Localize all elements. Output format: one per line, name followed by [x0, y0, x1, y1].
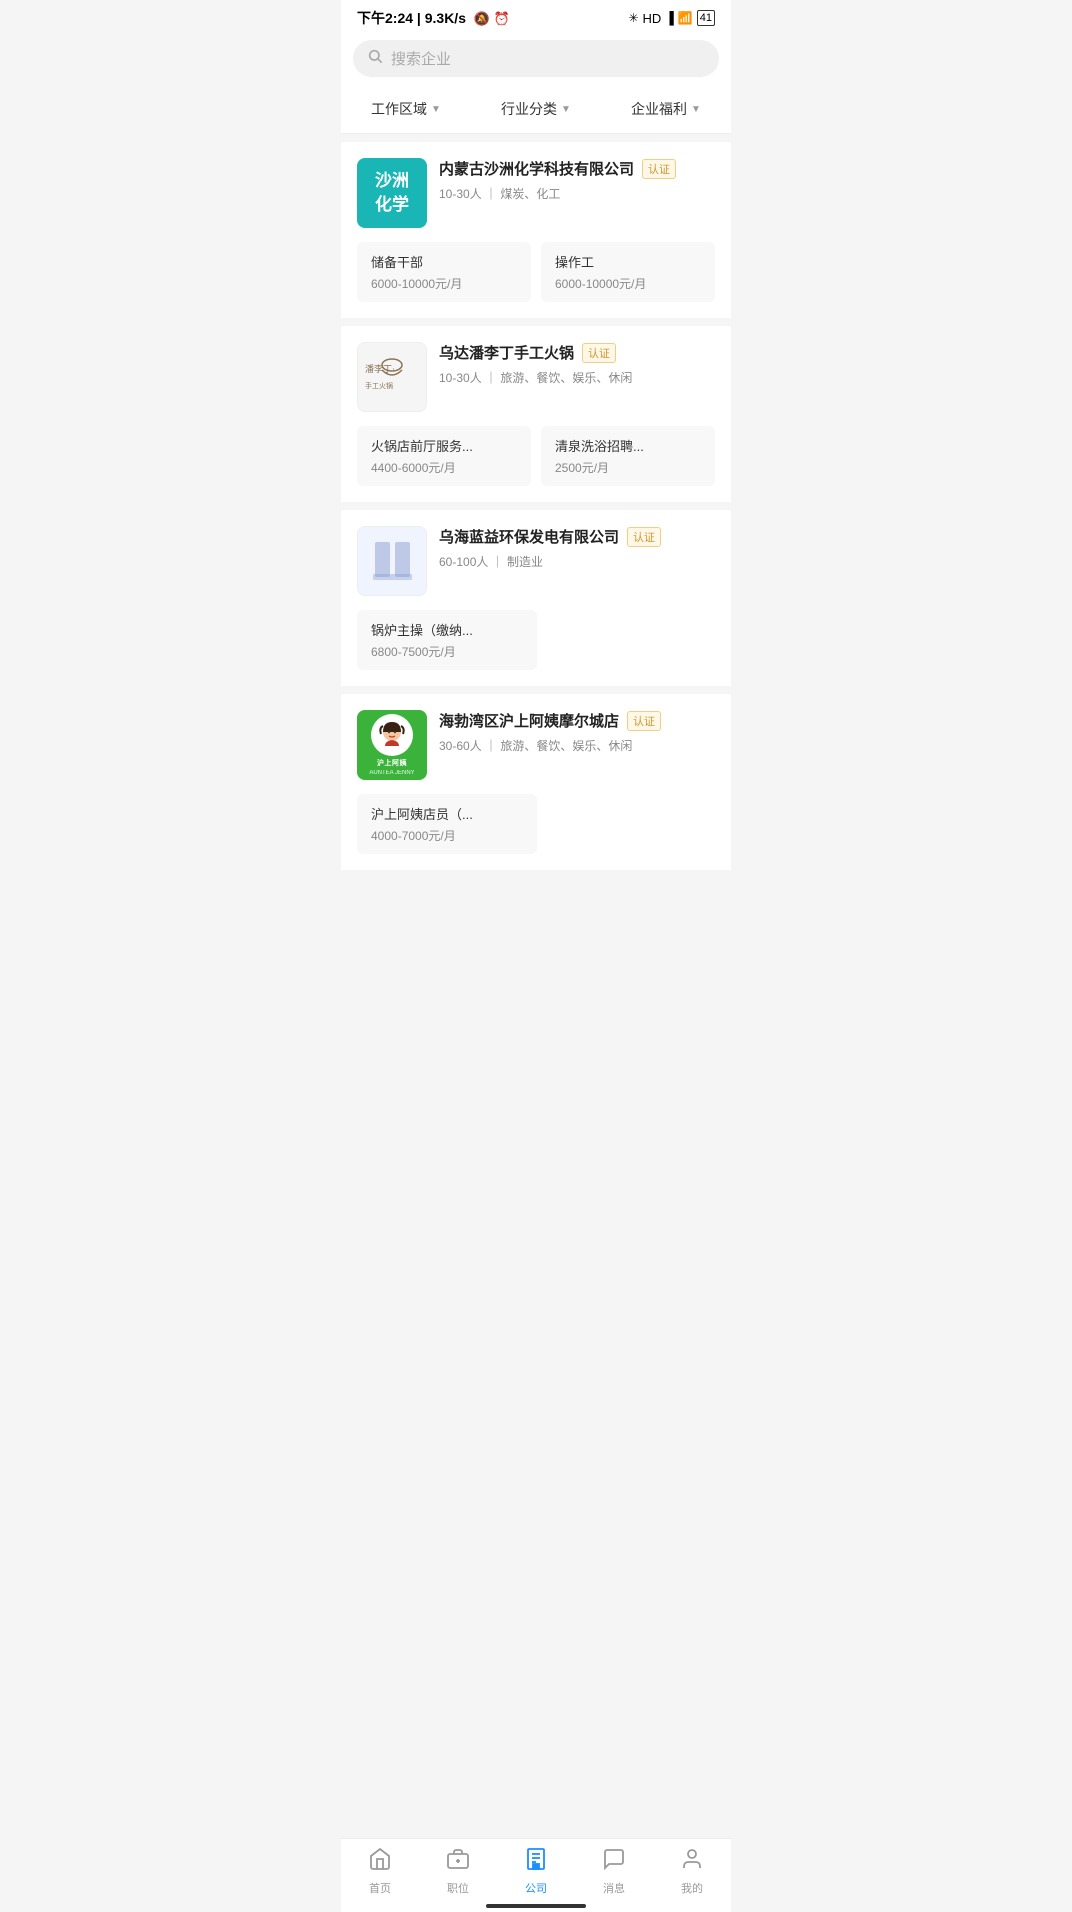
company-meta-lanya: 60-100人 ｜ 制造业	[439, 553, 715, 570]
nav-item-company[interactable]: 公司	[506, 1847, 566, 1896]
company-header-lanya: 乌海蓝益环保发电有限公司 认证 60-100人 ｜ 制造业	[357, 526, 715, 596]
company-card-lanya[interactable]: 乌海蓝益环保发电有限公司 认证 60-100人 ｜ 制造业 锅炉主操（缴纳...…	[341, 510, 731, 686]
company-card-wuda[interactable]: 潘李丁· 手工火锅 乌达潘李丁手工火锅 认证 10-30人 ｜ 旅游、餐饮、娱乐…	[341, 326, 731, 502]
company-name-lanya: 乌海蓝益环保发电有限公司	[439, 526, 619, 547]
job-salary-lanya-0: 6800-7500元/月	[371, 643, 523, 660]
company-name-row-shazou: 内蒙古沙洲化学科技有限公司 认证	[439, 158, 715, 179]
nav-label-profile: 我的	[681, 1880, 703, 1896]
job-salary-wuda-1: 2500元/月	[555, 459, 701, 476]
job-card-wuda-1[interactable]: 清泉洗浴招聘... 2500元/月	[541, 426, 715, 486]
signal-icon: HD	[643, 11, 662, 26]
company-list: 沙洲 化学 内蒙古沙洲化学科技有限公司 认证 10-30人 ｜ 煤炭、化工 储备…	[341, 142, 731, 870]
job-title-lanya-0: 锅炉主操（缴纳...	[371, 620, 523, 639]
company-name-hujin: 海勃湾区沪上阿姨摩尔城店	[439, 710, 619, 731]
nav-item-message[interactable]: 消息	[584, 1847, 644, 1896]
cert-badge-lanya: 认证	[627, 527, 661, 547]
nav-item-job[interactable]: 职位	[428, 1847, 488, 1896]
job-card-shazou-0[interactable]: 储备干部 6000-10000元/月	[357, 242, 531, 302]
chevron-down-icon-3: ▼	[691, 104, 701, 115]
company-name-wuda: 乌达潘李丁手工火锅	[439, 342, 574, 363]
job-cards-shazou: 储备干部 6000-10000元/月 操作工 6000-10000元/月	[357, 242, 715, 302]
search-placeholder: 搜索企业	[391, 48, 451, 69]
company-icon	[524, 1847, 548, 1877]
company-info-shazou: 内蒙古沙洲化学科技有限公司 认证 10-30人 ｜ 煤炭、化工	[439, 158, 715, 202]
main-content: 沙洲 化学 内蒙古沙洲化学科技有限公司 认证 10-30人 ｜ 煤炭、化工 储备…	[341, 142, 731, 950]
job-cards-lanya: 锅炉主操（缴纳... 6800-7500元/月	[357, 610, 715, 670]
job-title-hujin-0: 沪上阿姨店员（...	[371, 804, 523, 823]
job-icon	[446, 1847, 470, 1877]
job-title-wuda-0: 火锅店前厅服务...	[371, 436, 517, 455]
job-card-shazou-1[interactable]: 操作工 6000-10000元/月	[541, 242, 715, 302]
job-card-lanya-0[interactable]: 锅炉主操（缴纳... 6800-7500元/月	[357, 610, 537, 670]
search-icon	[367, 48, 383, 69]
filter-work-area[interactable]: 工作区域 ▼	[371, 99, 441, 119]
signal-bars-icon: ▐	[665, 11, 674, 25]
job-title-wuda-1: 清泉洗浴招聘...	[555, 436, 701, 455]
search-bar: 搜索企业	[341, 32, 731, 85]
message-icon	[602, 1847, 626, 1877]
company-logo-hujin: 沪上阿姨 AUNTEA JENNY	[357, 710, 427, 780]
svg-text:手工火锅: 手工火锅	[365, 381, 393, 390]
filter-industry-label: 行业分类	[501, 99, 557, 119]
company-name-shazou: 内蒙古沙洲化学科技有限公司	[439, 158, 634, 179]
job-card-hujin-0[interactable]: 沪上阿姨店员（... 4000-7000元/月	[357, 794, 537, 854]
cert-badge-wuda: 认证	[582, 343, 616, 363]
company-name-row-lanya: 乌海蓝益环保发电有限公司 认证	[439, 526, 715, 547]
nav-label-message: 消息	[603, 1880, 625, 1896]
company-info-hujin: 海勃湾区沪上阿姨摩尔城店 认证 30-60人 ｜ 旅游、餐饮、娱乐、休闲	[439, 710, 715, 754]
home-icon	[368, 1847, 392, 1877]
nav-item-home[interactable]: 首页	[350, 1847, 410, 1896]
svg-text:潘李丁·: 潘李丁·	[365, 363, 395, 374]
home-indicator	[486, 1904, 586, 1908]
job-salary-shazou-1: 6000-10000元/月	[555, 275, 701, 292]
wifi-icon: 📶	[678, 11, 693, 25]
job-cards-wuda: 火锅店前厅服务... 4400-6000元/月 清泉洗浴招聘... 2500元/…	[357, 426, 715, 486]
job-salary-wuda-0: 4400-6000元/月	[371, 459, 517, 476]
company-header-hujin: 沪上阿姨 AUNTEA JENNY 海勃湾区沪上阿姨摩尔城店 认证 30-60人…	[357, 710, 715, 780]
company-header-wuda: 潘李丁· 手工火锅 乌达潘李丁手工火锅 认证 10-30人 ｜ 旅游、餐饮、娱乐…	[357, 342, 715, 412]
logo-text-shazou: 沙洲 化学	[371, 165, 413, 221]
job-salary-shazou-0: 6000-10000元/月	[371, 275, 517, 292]
search-input-wrap[interactable]: 搜索企业	[353, 40, 719, 77]
company-info-wuda: 乌达潘李丁手工火锅 认证 10-30人 ｜ 旅游、餐饮、娱乐、休闲	[439, 342, 715, 386]
company-logo-shazou: 沙洲 化学	[357, 158, 427, 228]
filter-industry[interactable]: 行业分类 ▼	[501, 99, 571, 119]
company-name-row-hujin: 海勃湾区沪上阿姨摩尔城店 认证	[439, 710, 715, 731]
job-salary-hujin-0: 4000-7000元/月	[371, 827, 523, 844]
company-logo-wuda: 潘李丁· 手工火锅	[357, 342, 427, 412]
profile-icon	[680, 1847, 704, 1877]
company-card-hujin[interactable]: 沪上阿姨 AUNTEA JENNY 海勃湾区沪上阿姨摩尔城店 认证 30-60人…	[341, 694, 731, 870]
status-bar: 下午2:24 | 9.3K/s 🔕 ⏰ ✳ HD ▐ 📶 41	[341, 0, 731, 32]
company-header-shazou: 沙洲 化学 内蒙古沙洲化学科技有限公司 认证 10-30人 ｜ 煤炭、化工	[357, 158, 715, 228]
nav-label-company: 公司	[525, 1880, 547, 1896]
filter-bar: 工作区域 ▼ 行业分类 ▼ 企业福利 ▼	[341, 85, 731, 134]
company-card-shazou[interactable]: 沙洲 化学 内蒙古沙洲化学科技有限公司 认证 10-30人 ｜ 煤炭、化工 储备…	[341, 142, 731, 318]
bottom-nav: 首页 职位 公司	[341, 1838, 731, 1912]
filter-welfare[interactable]: 企业福利 ▼	[631, 99, 701, 119]
status-icons: ✳ HD ▐ 📶 41	[628, 10, 715, 26]
nav-label-home: 首页	[369, 1880, 391, 1896]
nav-item-profile[interactable]: 我的	[662, 1847, 722, 1896]
company-info-lanya: 乌海蓝益环保发电有限公司 认证 60-100人 ｜ 制造业	[439, 526, 715, 570]
cert-badge-hujin: 认证	[627, 711, 661, 731]
filter-work-area-label: 工作区域	[371, 99, 427, 119]
chevron-down-icon: ▼	[431, 104, 441, 115]
job-cards-hujin: 沪上阿姨店员（... 4000-7000元/月	[357, 794, 715, 854]
company-logo-lanya	[357, 526, 427, 596]
bluetooth-icon: ✳	[628, 11, 638, 25]
chevron-down-icon-2: ▼	[561, 104, 571, 115]
company-meta-hujin: 30-60人 ｜ 旅游、餐饮、娱乐、休闲	[439, 737, 715, 754]
job-title-shazou-1: 操作工	[555, 252, 701, 271]
filter-welfare-label: 企业福利	[631, 99, 687, 119]
company-meta-shazou: 10-30人 ｜ 煤炭、化工	[439, 185, 715, 202]
company-meta-wuda: 10-30人 ｜ 旅游、餐饮、娱乐、休闲	[439, 369, 715, 386]
battery-icon: 41	[697, 10, 715, 26]
company-name-row-wuda: 乌达潘李丁手工火锅 认证	[439, 342, 715, 363]
job-title-shazou-0: 储备干部	[371, 252, 517, 271]
cert-badge-shazou: 认证	[642, 159, 676, 179]
nav-label-job: 职位	[447, 1880, 469, 1896]
job-card-wuda-0[interactable]: 火锅店前厅服务... 4400-6000元/月	[357, 426, 531, 486]
status-time: 下午2:24 | 9.3K/s 🔕 ⏰	[357, 8, 510, 28]
